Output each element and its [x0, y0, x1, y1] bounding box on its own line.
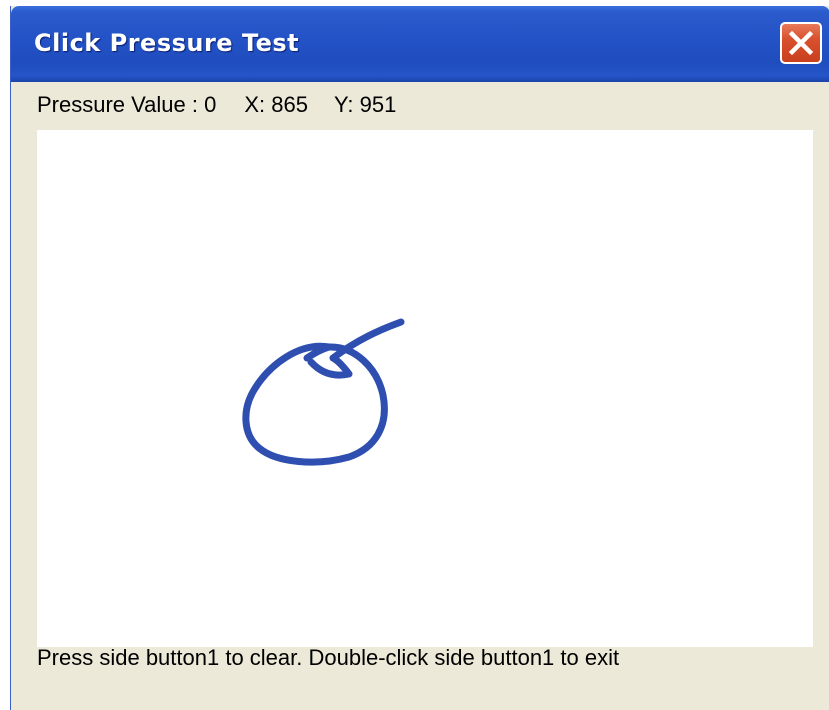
- pressure-value-label: Pressure Value : 0: [37, 92, 217, 117]
- x-coordinate-label: X: 865: [244, 92, 308, 117]
- pen-stroke-drawing: [242, 318, 405, 466]
- y-coordinate-label: Y: 951: [333, 92, 397, 117]
- close-button[interactable]: [780, 22, 822, 64]
- status-instructions: Press side button1 to clear. Double-clic…: [37, 645, 620, 670]
- pressure-readout: Pressure Value : 0 X: 865 Y: 951: [37, 90, 396, 120]
- close-icon: [788, 30, 814, 56]
- drawing-canvas[interactable]: [37, 130, 813, 647]
- dialog-window: Click Pressure Test Pressure Value : 0 X:…: [10, 6, 829, 710]
- title-bar[interactable]: Click Pressure Test: [11, 6, 829, 82]
- window-title: Click Pressure Test: [34, 29, 300, 57]
